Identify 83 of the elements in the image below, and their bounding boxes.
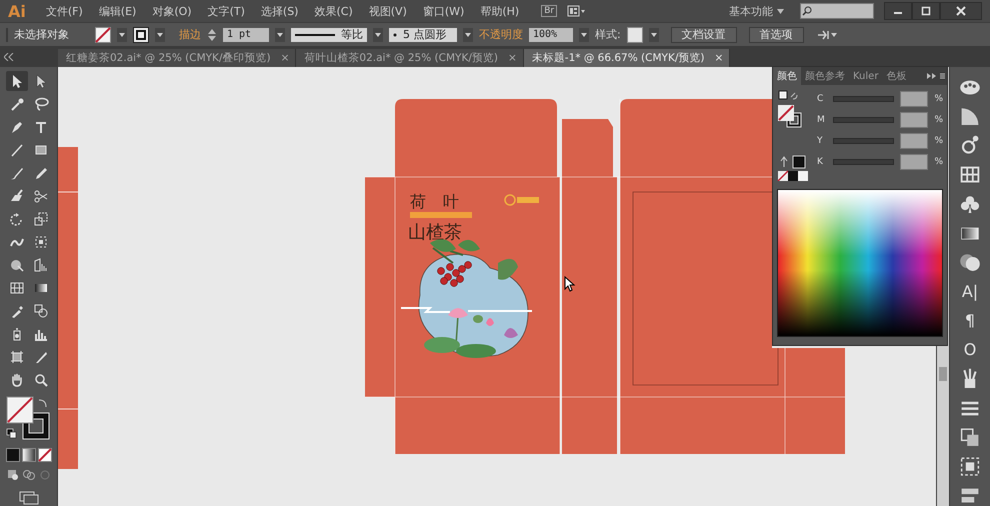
fill-none-swatch[interactable] xyxy=(95,26,111,42)
menu-item[interactable]: 文字(T) xyxy=(200,4,253,18)
search-icon xyxy=(801,5,813,17)
channel-value-field[interactable] xyxy=(900,133,928,149)
close-tab-button[interactable]: × xyxy=(280,52,290,64)
menu-item[interactable]: 视图(V) xyxy=(360,4,415,18)
stroke-label[interactable]: 描边 xyxy=(179,27,201,42)
color-mode-icon[interactable] xyxy=(6,448,20,462)
stroke-weight-field[interactable]: 1 pt xyxy=(223,28,269,42)
close-tab-button[interactable]: × xyxy=(508,52,517,64)
percent-unit: % xyxy=(934,94,943,104)
document-tab[interactable]: 红糖姜茶02.ai* @ 25% (CMYK/叠印预览) × xyxy=(58,49,296,67)
percent-unit: % xyxy=(934,115,943,125)
spinner-arrows-icon[interactable] xyxy=(207,28,217,42)
channel-value-field[interactable] xyxy=(900,154,928,170)
close-tab-button[interactable]: × xyxy=(714,52,724,64)
panel-tab[interactable]: 颜色参考 xyxy=(801,67,849,85)
channel-value-field[interactable] xyxy=(900,112,928,128)
panel-button[interactable]: A| xyxy=(957,278,983,304)
close-icon xyxy=(956,6,966,16)
toolbar-button[interactable]: 文档设置 xyxy=(670,26,737,42)
menu-item[interactable]: 编辑(E) xyxy=(90,4,144,18)
channel-slider[interactable] xyxy=(833,96,894,102)
stroke-swatch[interactable] xyxy=(133,26,149,42)
arrange-documents-icon[interactable] xyxy=(567,5,588,17)
caret-icon xyxy=(777,8,784,14)
opacity-label[interactable]: 不透明度 xyxy=(479,27,523,42)
menu-item[interactable]: 文件(F) xyxy=(38,4,91,18)
channel-label: M xyxy=(817,115,826,125)
panel-tab[interactable]: 色板 xyxy=(882,67,910,85)
panel-tab[interactable]: Kuler xyxy=(849,67,882,85)
gradient-mode-icon[interactable] xyxy=(22,448,36,462)
document-tab[interactable]: 未标题-1* @ 66.67% (CMYK/预览) × xyxy=(524,49,730,67)
workspace-switcher[interactable]: 基本功能 xyxy=(729,4,773,18)
transform-icon[interactable] xyxy=(816,28,838,40)
maximize-button[interactable] xyxy=(912,2,940,20)
bridge-button[interactable]: Br xyxy=(541,5,558,17)
opacity-field[interactable]: 100% xyxy=(529,28,573,42)
percent-unit: % xyxy=(934,136,943,146)
panel-tab[interactable]: 颜色 xyxy=(773,67,801,85)
document-tab[interactable]: 荷叶山楂茶02.ai* @ 25% (CMYK/预览) × xyxy=(296,49,524,67)
channel-label: K xyxy=(817,157,824,167)
style-label: 样式: xyxy=(595,27,621,42)
panel-button[interactable]: ¶ xyxy=(957,308,983,334)
style-swatch[interactable] xyxy=(626,26,643,42)
channel-slider[interactable] xyxy=(833,138,894,144)
collapse-chevrons-icon[interactable] xyxy=(4,53,14,61)
product-title: 荷 叶 xyxy=(410,192,460,213)
menu-item[interactable]: 窗口(W) xyxy=(414,4,472,18)
dot-icon xyxy=(393,32,397,36)
menu-item[interactable]: 对象(O) xyxy=(144,4,200,18)
fill-stroke-swatches[interactable] xyxy=(6,396,52,442)
product-title: 山楂茶 xyxy=(408,221,462,244)
panel-button[interactable]: O xyxy=(957,337,983,362)
brush-field[interactable]: 5 点圆形 xyxy=(389,28,457,42)
search-field[interactable] xyxy=(800,3,874,19)
menu-item[interactable]: 效果(C) xyxy=(306,4,361,18)
screen-mode-icon[interactable] xyxy=(18,490,40,506)
tagline-ribbon xyxy=(410,212,472,218)
channel-label: C xyxy=(817,94,824,104)
fill-stroke-swatches[interactable] xyxy=(777,89,811,181)
channel-value-field[interactable] xyxy=(900,91,928,107)
channel-label: Y xyxy=(817,136,824,146)
channel-slider[interactable] xyxy=(833,159,894,165)
color-spectrum[interactable] xyxy=(777,189,943,337)
brand-logo-icon xyxy=(504,194,539,206)
menu-item[interactable]: 帮助(H) xyxy=(472,4,528,18)
stroke-profile-field[interactable]: 等比 xyxy=(291,28,367,42)
channel-slider[interactable] xyxy=(833,117,894,123)
toolbar-button[interactable]: 首选项 xyxy=(748,26,804,42)
draw-behind-icon[interactable] xyxy=(22,468,36,482)
stroke-line-icon xyxy=(295,32,335,36)
mouse-pointer-icon xyxy=(564,276,576,292)
minimize-button[interactable] xyxy=(884,2,912,20)
selection-tool-icon[interactable] xyxy=(6,71,28,91)
maximize-icon xyxy=(921,6,931,16)
app-logo: Ai xyxy=(7,2,27,20)
draw-normal-icon[interactable] xyxy=(6,468,20,482)
close-button[interactable] xyxy=(940,2,982,20)
menu-item[interactable]: 选择(S) xyxy=(252,4,306,18)
percent-unit: % xyxy=(934,157,943,167)
none-mode-icon[interactable] xyxy=(38,448,52,462)
selection-status: 未选择对象 xyxy=(14,27,69,42)
